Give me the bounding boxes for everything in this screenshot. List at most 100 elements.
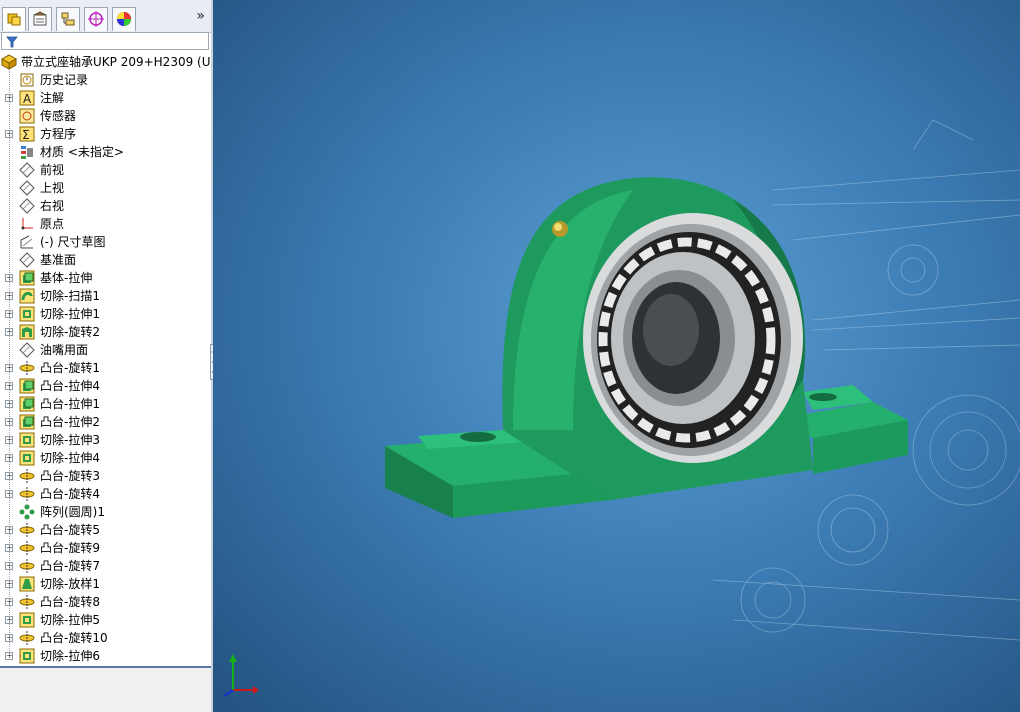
tree-item[interactable]: + 基体-拉伸 — [0, 269, 211, 287]
panel-tab-bar: » — [0, 0, 211, 33]
tree-item-label: 凸台-拉伸2 — [40, 415, 100, 429]
tree-item-label: 切除-拉伸4 — [40, 451, 100, 465]
tree-item-label: 传感器 — [40, 109, 77, 123]
part-icon — [1, 54, 17, 70]
tree-item-label: 注解 — [40, 91, 65, 105]
tree-item[interactable]: + 切除-扫描1 — [0, 287, 211, 305]
tree-item-label: 油嘴用面 — [40, 343, 89, 357]
tree-item[interactable]: 材质 <未指定> — [0, 143, 211, 161]
annotations-icon: A — [19, 90, 35, 106]
configuration-manager-tab[interactable] — [56, 7, 80, 31]
property-manager-icon — [33, 11, 47, 26]
cut-sweep-icon — [19, 288, 35, 304]
equations-icon: Σ — [19, 126, 35, 142]
cut-extrude-icon — [19, 450, 35, 466]
feature-manager-panel: » 带立式座轴承UKP 209+H2309 (U 历史记录 + A 注解 传感器 + Σ 方程… — [0, 0, 212, 712]
coordinate-triad-icon — [223, 654, 259, 697]
tree-item[interactable]: + 凸台-旋转8 — [0, 593, 211, 611]
plane-icon — [19, 180, 35, 196]
tree-item[interactable]: + 凸台-旋转4 — [0, 485, 211, 503]
tree-item[interactable]: + 切除-拉伸5 — [0, 611, 211, 629]
dimxpert-tab[interactable] — [84, 7, 108, 31]
tree-item[interactable]: + 凸台-旋转9 — [0, 539, 211, 557]
boss-revolve-icon — [19, 487, 35, 501]
circular-pattern-icon — [19, 504, 35, 520]
tree-item[interactable]: 前视 — [0, 161, 211, 179]
tree-item-label: (-) 尺寸草图 — [40, 235, 106, 249]
tree-item[interactable]: + Σ 方程序 — [0, 125, 211, 143]
dimxpert-icon — [88, 11, 104, 27]
feature-tree: 带立式座轴承UKP 209+H2309 (U 历史记录 + A 注解 传感器 + Σ 方程序材… — [0, 53, 211, 666]
tree-item-label: 前视 — [40, 163, 65, 177]
plane-icon — [19, 162, 35, 178]
tree-item[interactable]: + 凸台-拉伸4 — [0, 377, 211, 395]
tree-item-label: 凸台-旋转7 — [40, 559, 100, 573]
display-manager-tab[interactable] — [112, 7, 136, 31]
tree-item[interactable]: + 切除-旋转2 — [0, 323, 211, 341]
tree-item-label: 上视 — [40, 181, 65, 195]
tree-item-label: 原点 — [40, 217, 65, 231]
tree-item[interactable]: 阵列(圆周)1 — [0, 503, 211, 521]
tree-item[interactable]: 历史记录 — [0, 71, 211, 89]
tree-item[interactable]: + 切除-拉伸1 — [0, 305, 211, 323]
tree-item[interactable]: + 凸台-旋转1 — [0, 359, 211, 377]
graphics-viewport[interactable] — [213, 0, 1020, 712]
sketch-icon — [20, 235, 33, 249]
origin-icon — [21, 218, 33, 230]
tree-item-label: 凸台-拉伸4 — [40, 379, 100, 393]
boss-extrude-icon — [19, 396, 35, 412]
plane-icon — [19, 252, 35, 268]
cut-loft-icon — [19, 576, 35, 592]
plane-icon — [19, 342, 35, 358]
tree-item[interactable]: (-) 尺寸草图 — [0, 233, 211, 251]
boss-revolve-icon — [19, 541, 35, 555]
tree-item-label: 历史记录 — [40, 73, 89, 87]
tree-item[interactable]: 原点 — [0, 215, 211, 233]
tree-item[interactable]: + A 注解 — [0, 89, 211, 107]
tree-root-part[interactable]: 带立式座轴承UKP 209+H2309 (U — [0, 53, 211, 71]
tree-item[interactable]: + 切除-拉伸3 — [0, 431, 211, 449]
tree-item[interactable]: + 凸台-旋转3 — [0, 467, 211, 485]
property-manager-tab[interactable] — [28, 7, 52, 31]
tree-item[interactable]: + 凸台-旋转5 — [0, 521, 211, 539]
cut-extrude-icon — [19, 432, 35, 448]
boss-revolve-icon — [19, 631, 35, 645]
tree-item[interactable]: 基准面 — [0, 251, 211, 269]
filter-icon — [6, 36, 18, 48]
tree-item[interactable]: + 切除-拉伸4 — [0, 449, 211, 467]
tree-item-label: 凸台-旋转3 — [40, 469, 100, 483]
tree-item[interactable]: 油嘴用面 — [0, 341, 211, 359]
tree-item-label: 凸台-旋转10 — [40, 631, 108, 645]
tree-item-label: 材质 <未指定> — [40, 145, 124, 159]
tree-item[interactable]: + 切除-放样1 — [0, 575, 211, 593]
boss-extrude-icon — [19, 378, 35, 394]
tree-item-label: 切除-拉伸1 — [40, 307, 100, 321]
feature-filter-input[interactable] — [1, 32, 209, 50]
tree-item[interactable]: 上视 — [0, 179, 211, 197]
cut-revolve-icon — [19, 324, 35, 340]
tree-item-label: 切除-放样1 — [40, 577, 100, 591]
tree-item-label: 切除-拉伸3 — [40, 433, 100, 447]
tree-item[interactable]: 右视 — [0, 197, 211, 215]
feature-manager-tab[interactable] — [2, 7, 26, 31]
tree-item[interactable]: + 凸台-旋转10 — [0, 629, 211, 647]
tree-item-label: 方程序 — [40, 127, 77, 141]
tree-connector-line — [9, 71, 11, 657]
more-tabs-chevron-icon[interactable]: » — [196, 8, 205, 24]
tree-item[interactable]: + 切除-拉伸6 — [0, 647, 211, 665]
tree-item-label: 凸台-旋转4 — [40, 487, 100, 501]
tree-item-label: 基准面 — [40, 253, 77, 267]
tree-item-label: 凸台-旋转1 — [40, 361, 100, 375]
boss-revolve-icon — [19, 361, 35, 375]
bearing-housing-model[interactable] — [385, 177, 908, 518]
tree-item-label: 凸台-旋转8 — [40, 595, 100, 609]
tree-item[interactable]: 传感器 — [0, 107, 211, 125]
tree-item[interactable]: + 凸台-旋转7 — [0, 557, 211, 575]
tree-item-label: 切除-拉伸6 — [40, 649, 100, 663]
tree-item[interactable]: + 凸台-拉伸2 — [0, 413, 211, 431]
plane-icon — [19, 198, 35, 214]
tree-item-label: 右视 — [40, 199, 65, 213]
tree-item[interactable]: + 凸台-拉伸1 — [0, 395, 211, 413]
tree-item-label: 切除-拉伸5 — [40, 613, 100, 627]
boss-revolve-icon — [19, 559, 35, 573]
